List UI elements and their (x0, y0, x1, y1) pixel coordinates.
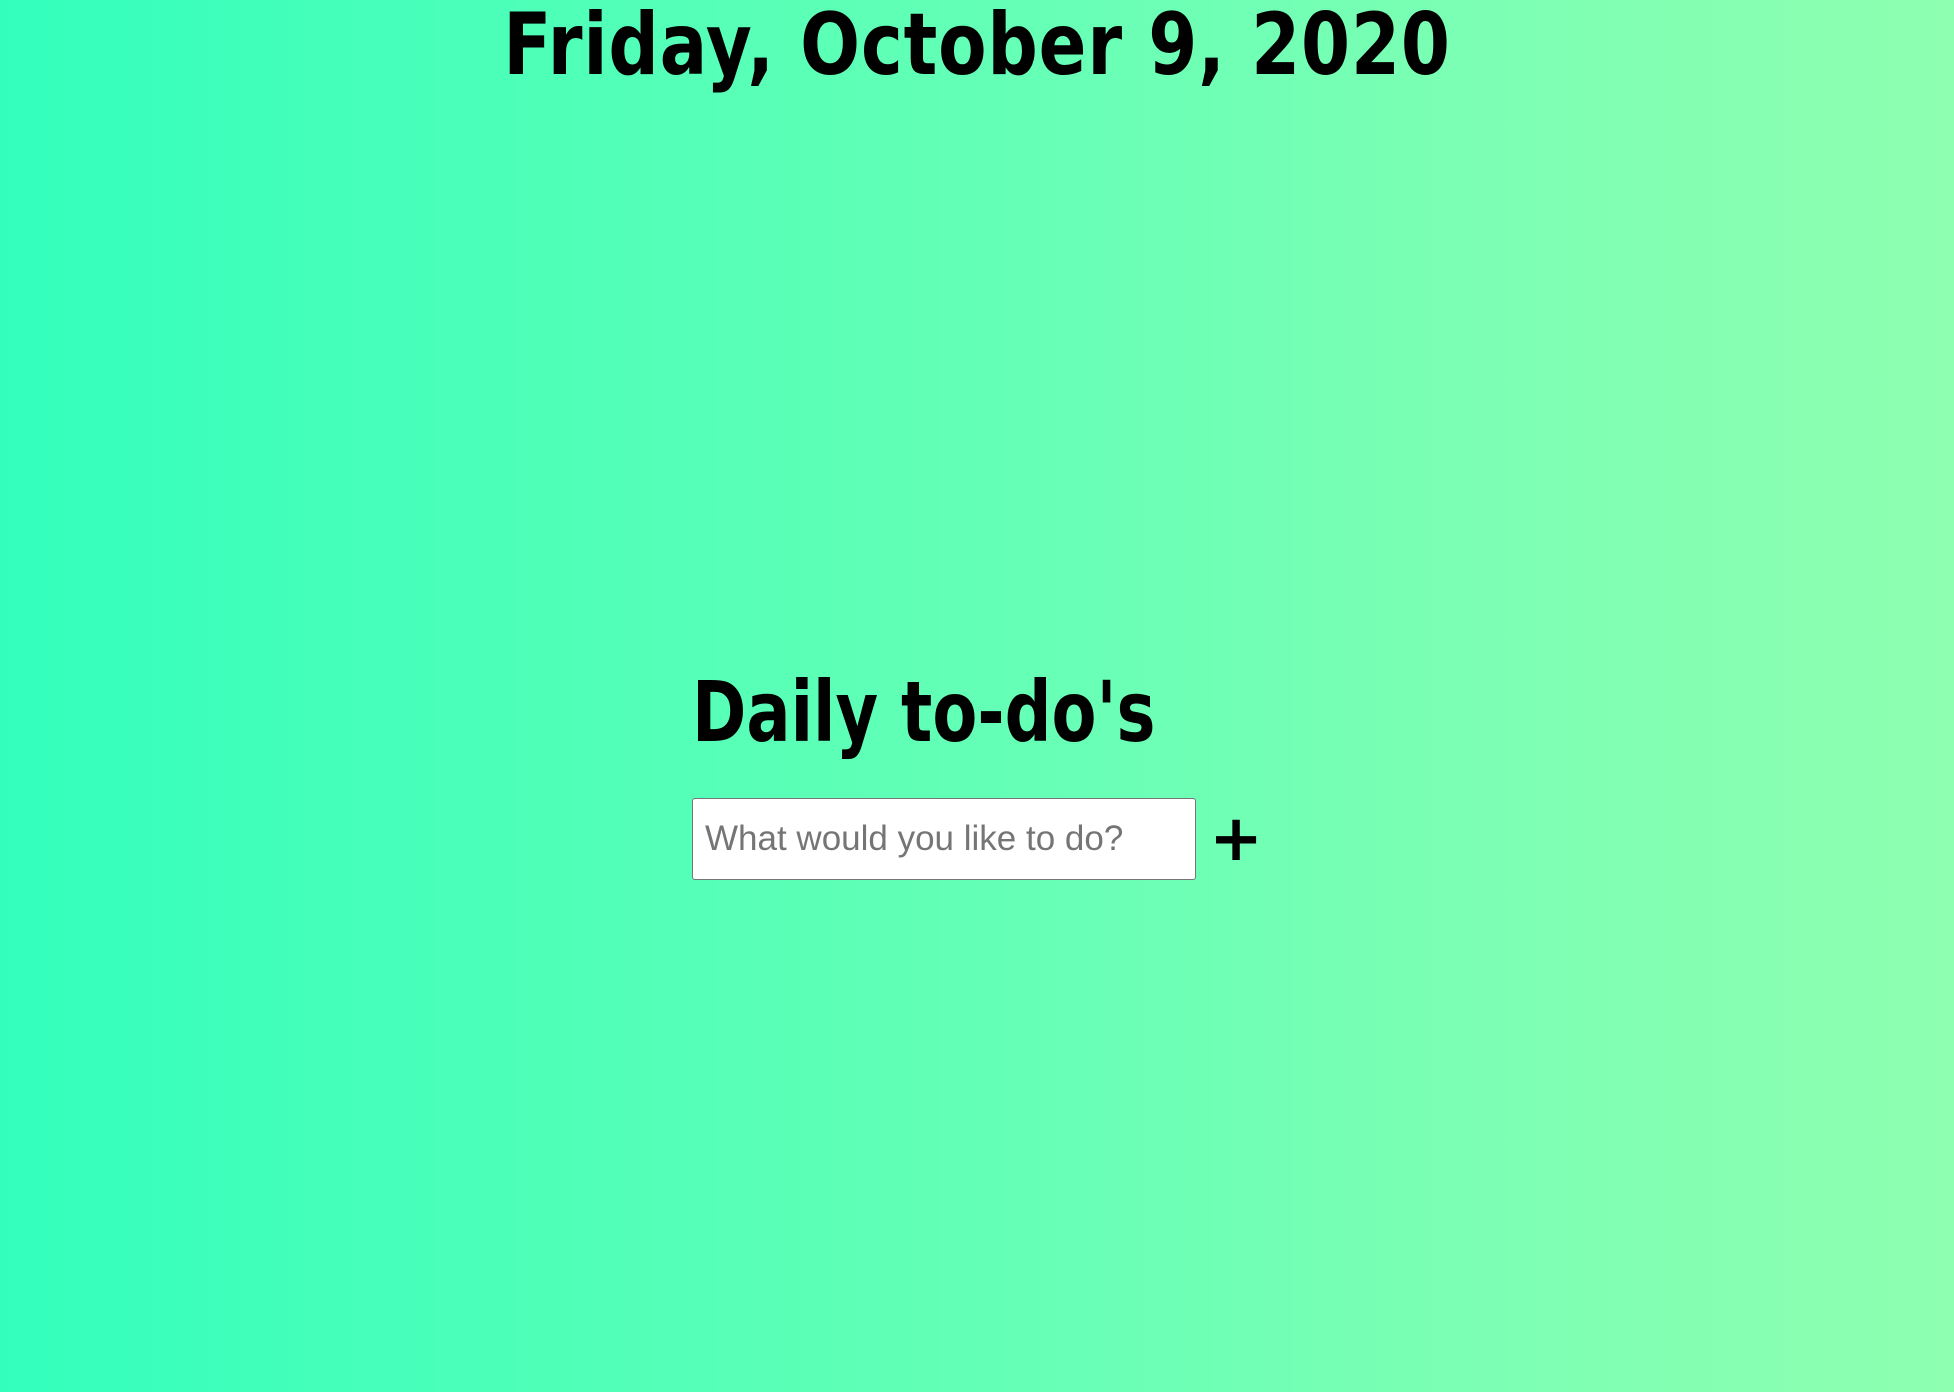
todo-input[interactable] (692, 798, 1196, 880)
todo-title: Daily to-do's (692, 663, 1156, 761)
todo-section: Daily to-do's + (692, 662, 1286, 880)
date-heading: Friday, October 9, 2020 (503, 0, 1451, 95)
add-todo-button[interactable]: + (1208, 799, 1264, 879)
todo-input-row: + (692, 798, 1264, 880)
